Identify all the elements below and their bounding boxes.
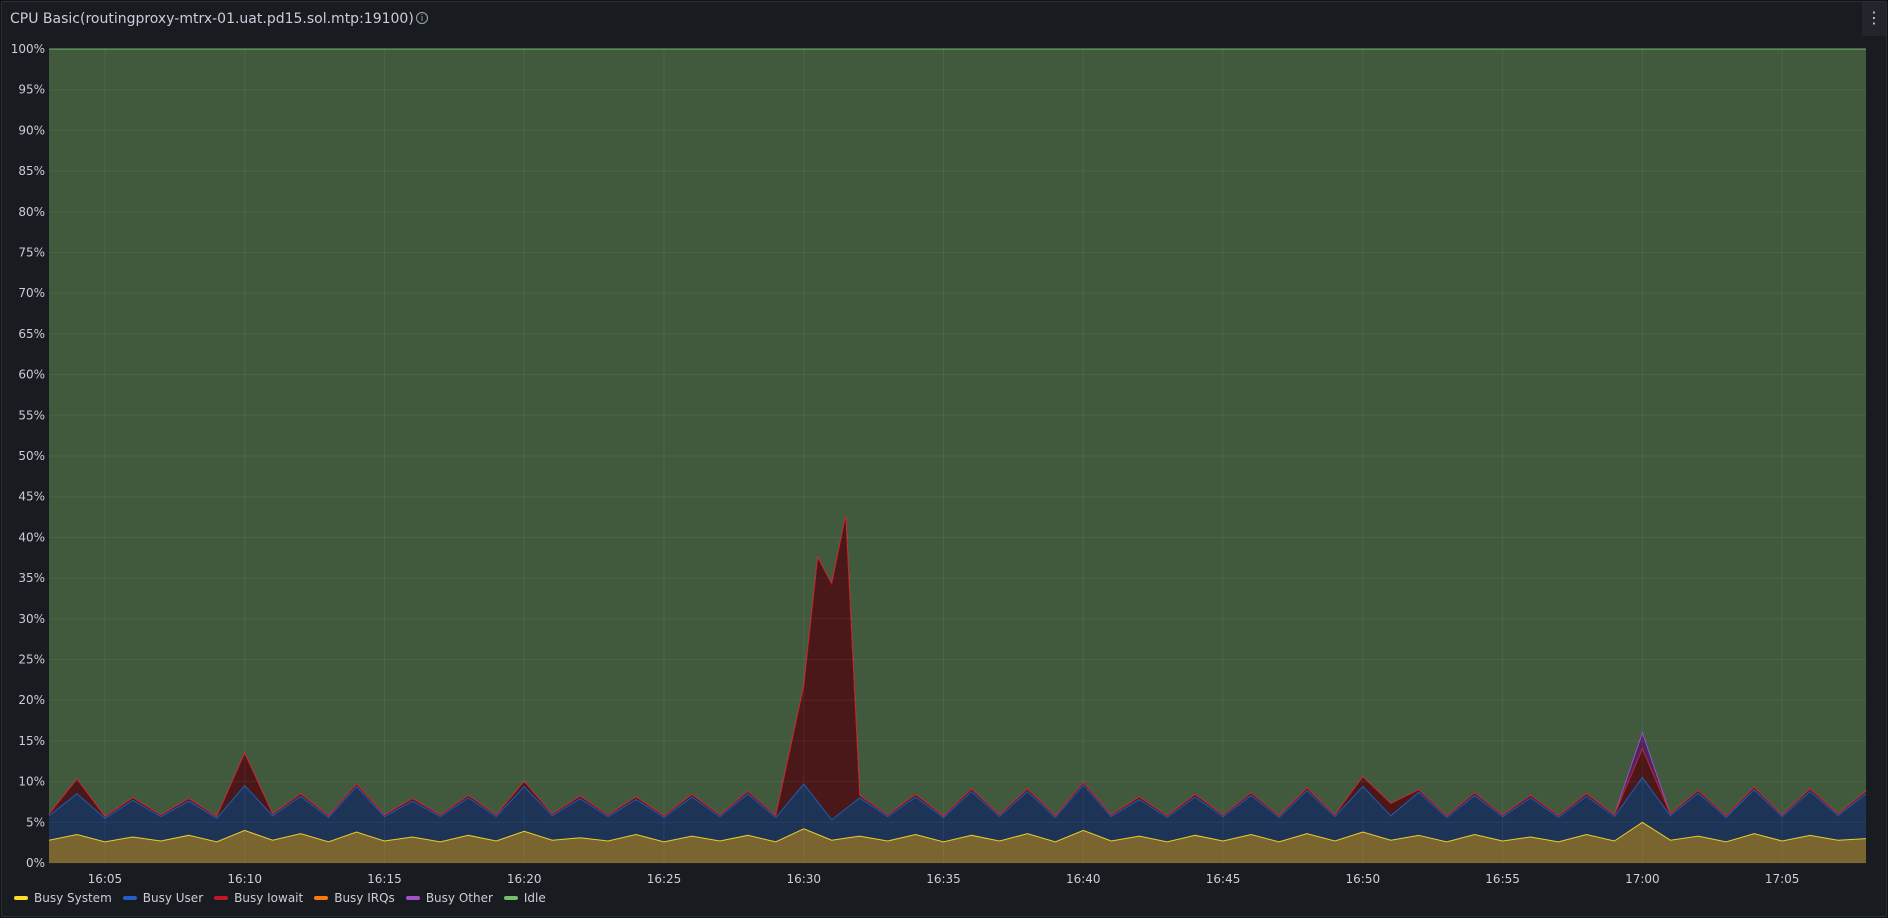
- legend-item-busy-irqs[interactable]: Busy IRQs: [314, 891, 395, 905]
- y-tick-label: 30%: [18, 612, 45, 626]
- y-tick-label: 75%: [18, 246, 45, 260]
- legend-label: Busy Other: [425, 891, 493, 905]
- y-tick-label: 90%: [18, 123, 45, 137]
- y-tick-label: 25%: [18, 653, 45, 667]
- y-tick-label: 5%: [26, 815, 45, 829]
- y-tick-label: 20%: [18, 693, 45, 707]
- legend-label: Busy Iowait: [234, 891, 304, 905]
- y-tick-label: 45%: [18, 490, 45, 504]
- x-tick-label: 16:15: [367, 872, 402, 886]
- x-tick-label: 17:00: [1625, 872, 1660, 886]
- x-tick-label: 16:20: [507, 872, 542, 886]
- area-idle: [49, 49, 1866, 817]
- y-tick-label: 50%: [18, 449, 45, 463]
- legend-label: Busy System: [34, 891, 112, 905]
- legend-swatch: [503, 896, 518, 900]
- x-tick-label: 16:55: [1485, 872, 1520, 886]
- y-tick-label: 60%: [18, 368, 45, 382]
- x-tick-label: 17:05: [1765, 872, 1800, 886]
- y-tick-label: 70%: [18, 286, 45, 300]
- legend-label: Busy User: [142, 891, 204, 905]
- legend-item-idle[interactable]: Idle: [503, 891, 546, 905]
- x-tick-label: 16:05: [88, 872, 123, 886]
- y-tick-label: 15%: [18, 734, 45, 748]
- legend-item-busy-user[interactable]: Busy User: [122, 891, 204, 905]
- y-tick-label: 10%: [18, 775, 45, 789]
- x-tick-label: 16:25: [647, 872, 682, 886]
- legend-swatch: [214, 896, 229, 900]
- chart-legend: Busy System Busy User Busy Iowait Busy IRQs…: [14, 891, 557, 905]
- legend-item-busy-system[interactable]: Busy System: [14, 891, 112, 905]
- legend-swatch: [314, 896, 329, 900]
- y-tick-label: 65%: [18, 327, 45, 341]
- y-tick-label: 40%: [18, 530, 45, 544]
- x-tick-label: 16:30: [786, 872, 821, 886]
- cpu-area-chart[interactable]: 0% 5% 10% 15% 20% 25% 30% 35% 40% 45% 50% 55% 60% 65%…: [0, 0, 1888, 918]
- y-tick-label: 55%: [18, 408, 45, 422]
- y-tick-label: 0%: [26, 856, 45, 870]
- x-tick-label: 16:50: [1346, 872, 1381, 886]
- legend-swatch: [122, 896, 137, 900]
- legend-label: Idle: [523, 891, 546, 905]
- y-tick-label: 35%: [18, 571, 45, 585]
- x-tick-label: 16:35: [926, 872, 961, 886]
- legend-item-busy-iowait[interactable]: Busy Iowait: [214, 891, 303, 905]
- y-tick-label: 95%: [18, 83, 45, 97]
- legend-swatch: [405, 896, 420, 900]
- legend-label: Busy IRQs: [334, 891, 395, 905]
- x-tick-label: 16:40: [1066, 872, 1101, 886]
- y-tick-label: 85%: [18, 164, 45, 178]
- x-tick-label: 16:45: [1206, 872, 1241, 886]
- y-tick-label: 100%: [11, 42, 45, 56]
- legend-item-busy-other[interactable]: Busy Other: [405, 891, 493, 905]
- x-tick-label: 16:10: [227, 872, 262, 886]
- legend-swatch: [14, 896, 28, 900]
- y-tick-label: 80%: [18, 205, 45, 219]
